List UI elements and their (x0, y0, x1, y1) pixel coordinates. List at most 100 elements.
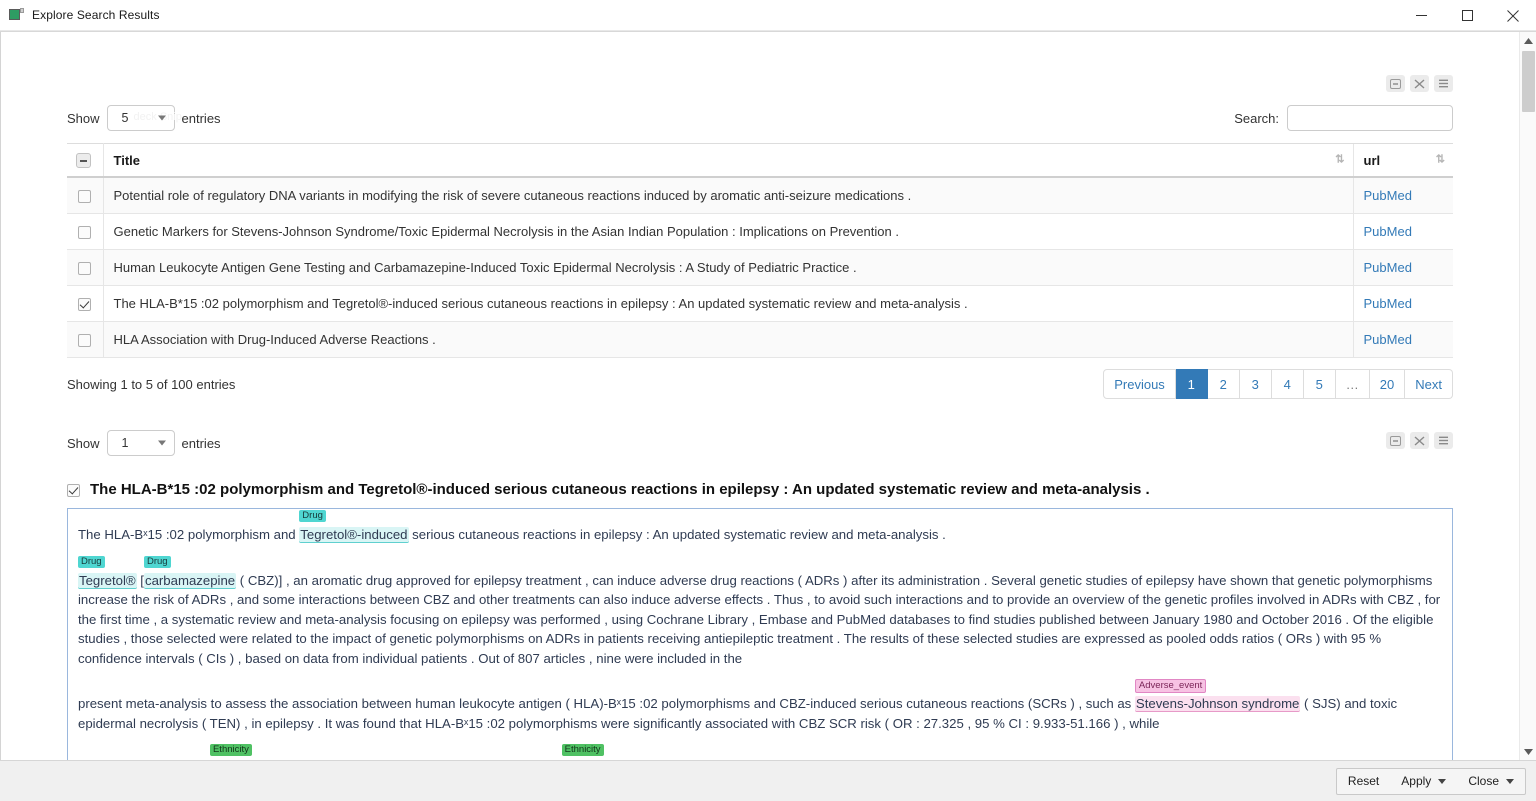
pagination-page-2[interactable]: 2 (1207, 369, 1240, 400)
entity-label-ethnicity: Ethnicity (209, 744, 252, 756)
search-input[interactable] (1287, 105, 1453, 131)
close-icon[interactable] (1490, 0, 1536, 31)
pagination-page-4[interactable]: 4 (1271, 369, 1304, 400)
select-all-header[interactable] (67, 143, 104, 179)
row-checkbox[interactable] (78, 262, 92, 276)
pagination-page-20[interactable]: 20 (1369, 369, 1406, 400)
row-url-cell[interactable]: PubMed (1352, 177, 1453, 215)
column-header-title[interactable]: Title ⇅ (103, 143, 1353, 179)
apply-button[interactable]: Apply (1390, 769, 1457, 794)
maximize-icon[interactable] (1444, 0, 1490, 31)
row-url-cell[interactable]: PubMed (1352, 249, 1453, 287)
entries-label: entries (181, 435, 221, 451)
row-title-cell: The HLA-B*15 :02 polymorphism and Tegret… (103, 285, 1353, 323)
row-url-cell[interactable]: PubMed (1352, 285, 1453, 323)
row-select-cell[interactable] (67, 249, 104, 287)
row-url-cell[interactable]: PubMed (1352, 213, 1453, 251)
reset-button[interactable]: Reset (1337, 769, 1390, 794)
row-checkbox[interactable] (78, 190, 92, 204)
scrollbar-thumb[interactable] (1522, 51, 1535, 112)
chevron-down-icon (157, 115, 166, 121)
pagination: Previous 1 2 3 4 5 … 20 Next (1103, 369, 1453, 400)
detail-length-control: Show 1 entries (67, 430, 1453, 456)
window-controls (1398, 0, 1536, 31)
table-row[interactable]: The HLA-B*15 :02 polymorphism and Tegret… (67, 285, 1453, 323)
entity-text: Tegretol®-induced (300, 527, 408, 542)
scroll-up-icon[interactable] (1520, 32, 1536, 49)
row-select-cell[interactable] (67, 213, 104, 251)
table-header-row: Title ⇅ url ⇅ (67, 143, 1453, 179)
pubmed-link[interactable]: PubMed (1364, 188, 1412, 203)
results-page-length-value: 5 (121, 111, 129, 125)
row-checkbox[interactable] (78, 226, 92, 240)
results-table: Title ⇅ url ⇅ Potential role of regulato… (67, 143, 1453, 359)
minimize-icon[interactable] (1398, 0, 1444, 31)
entity-label-adverse-event: Adverse_event (1134, 679, 1207, 693)
results-search-control: Search: (1234, 105, 1453, 131)
scroll-down-icon[interactable] (1520, 743, 1536, 760)
table-row[interactable]: Genetic Markers for Stevens-Johnson Synd… (67, 213, 1453, 251)
pagination-page-1[interactable]: 1 (1175, 369, 1208, 400)
entity-drug[interactable]: Drug Tegretol® (78, 555, 137, 588)
entity-label-drug: Drug (78, 555, 105, 568)
vertical-scrollbar[interactable] (1519, 32, 1536, 760)
row-checkbox[interactable] (78, 298, 92, 312)
expand-icon[interactable] (1410, 432, 1429, 449)
pagination-page-5[interactable]: 5 (1303, 369, 1336, 400)
entries-label: entries (181, 110, 221, 126)
row-title-cell: Potential role of regulatory DNA variant… (103, 177, 1353, 215)
results-page-length-select[interactable]: 5 deck Snip (106, 105, 182, 131)
entity-drug[interactable]: Drug Tegretol®-induced (299, 510, 409, 542)
row-checkbox[interactable] (78, 334, 92, 348)
entity-text: Stevens-Johnson syndrome (1135, 696, 1300, 711)
close-button-label: Close (1468, 774, 1499, 788)
table-row[interactable]: Human Leukocyte Antigen Gene Testing and… (67, 249, 1453, 287)
document-title: The HLA-B*15 :02 polymorphism and Tegret… (90, 481, 1150, 498)
pubmed-link[interactable]: PubMed (1364, 296, 1412, 311)
column-header-url[interactable]: url ⇅ (1352, 143, 1453, 179)
row-title-cell: Human Leukocyte Antigen Gene Testing and… (103, 249, 1353, 287)
content-area: Show 5 deck Snip entries Search: Title ⇅… (0, 31, 1536, 760)
row-title-cell: Genetic Markers for Stevens-Johnson Synd… (103, 213, 1353, 251)
row-select-cell[interactable] (67, 177, 104, 215)
select-all-checkbox[interactable] (76, 153, 91, 169)
menu-icon[interactable] (1434, 75, 1453, 92)
pagination-ellipsis[interactable]: … (1335, 369, 1370, 400)
row-select-cell[interactable] (67, 285, 104, 323)
table-row[interactable]: HLA Association with Drug-Induced Advers… (67, 321, 1453, 359)
pubmed-link[interactable]: PubMed (1364, 260, 1412, 275)
collapse-icon[interactable] (1386, 75, 1405, 92)
chevron-down-icon[interactable] (1506, 778, 1514, 784)
entity-drug[interactable]: Drug carbamazepine (143, 555, 237, 588)
menu-icon[interactable] (1434, 432, 1453, 449)
title-bar: Explore Search Results (0, 0, 1536, 31)
collapse-icon[interactable] (1386, 432, 1405, 449)
detail-widget-controls (1386, 432, 1453, 449)
row-select-cell[interactable] (67, 321, 104, 359)
search-results-panel: Show 5 deck Snip entries Search: Title ⇅… (67, 75, 1453, 400)
pagination-page-3[interactable]: 3 (1239, 369, 1272, 400)
pagination-previous[interactable]: Previous (1103, 369, 1176, 400)
text-span: ( CBZ)] , an aromatic drug approved for … (78, 572, 1441, 666)
close-button[interactable]: Close (1457, 769, 1525, 794)
expand-icon[interactable] (1410, 75, 1429, 92)
entity-label-drug: Drug (143, 555, 171, 568)
detail-page-length-select[interactable]: 1 (106, 430, 175, 456)
detail-page-length-value: 1 (121, 436, 129, 450)
results-table-head: Title ⇅ url ⇅ (67, 143, 1453, 179)
pagination-next[interactable]: Next (1405, 369, 1453, 400)
apply-button-label: Apply (1401, 774, 1432, 788)
chevron-down-icon[interactable] (1438, 778, 1447, 784)
row-url-cell[interactable]: PubMed (1352, 321, 1453, 359)
results-length-control: Show 5 deck Snip entries (67, 105, 221, 131)
document-checkbox[interactable] (67, 484, 80, 497)
sort-icon: ⇅ (1435, 153, 1445, 166)
text-span: The HLA-Bˣ15 :02 polymorphism and (78, 527, 300, 542)
table-row[interactable]: Potential role of regulatory DNA variant… (67, 177, 1453, 215)
pubmed-link[interactable]: PubMed (1364, 224, 1412, 239)
text-span: serious cutaneous reactions in epilepsy … (408, 527, 946, 542)
entity-adverse-event[interactable]: Adverse_event Stevens-Johnson syndrome (1134, 679, 1301, 711)
column-header-url-label: url (1363, 152, 1381, 168)
pubmed-link[interactable]: PubMed (1364, 332, 1412, 347)
results-table-footer: Showing 1 to 5 of 100 entries Previous 1… (67, 358, 1453, 400)
